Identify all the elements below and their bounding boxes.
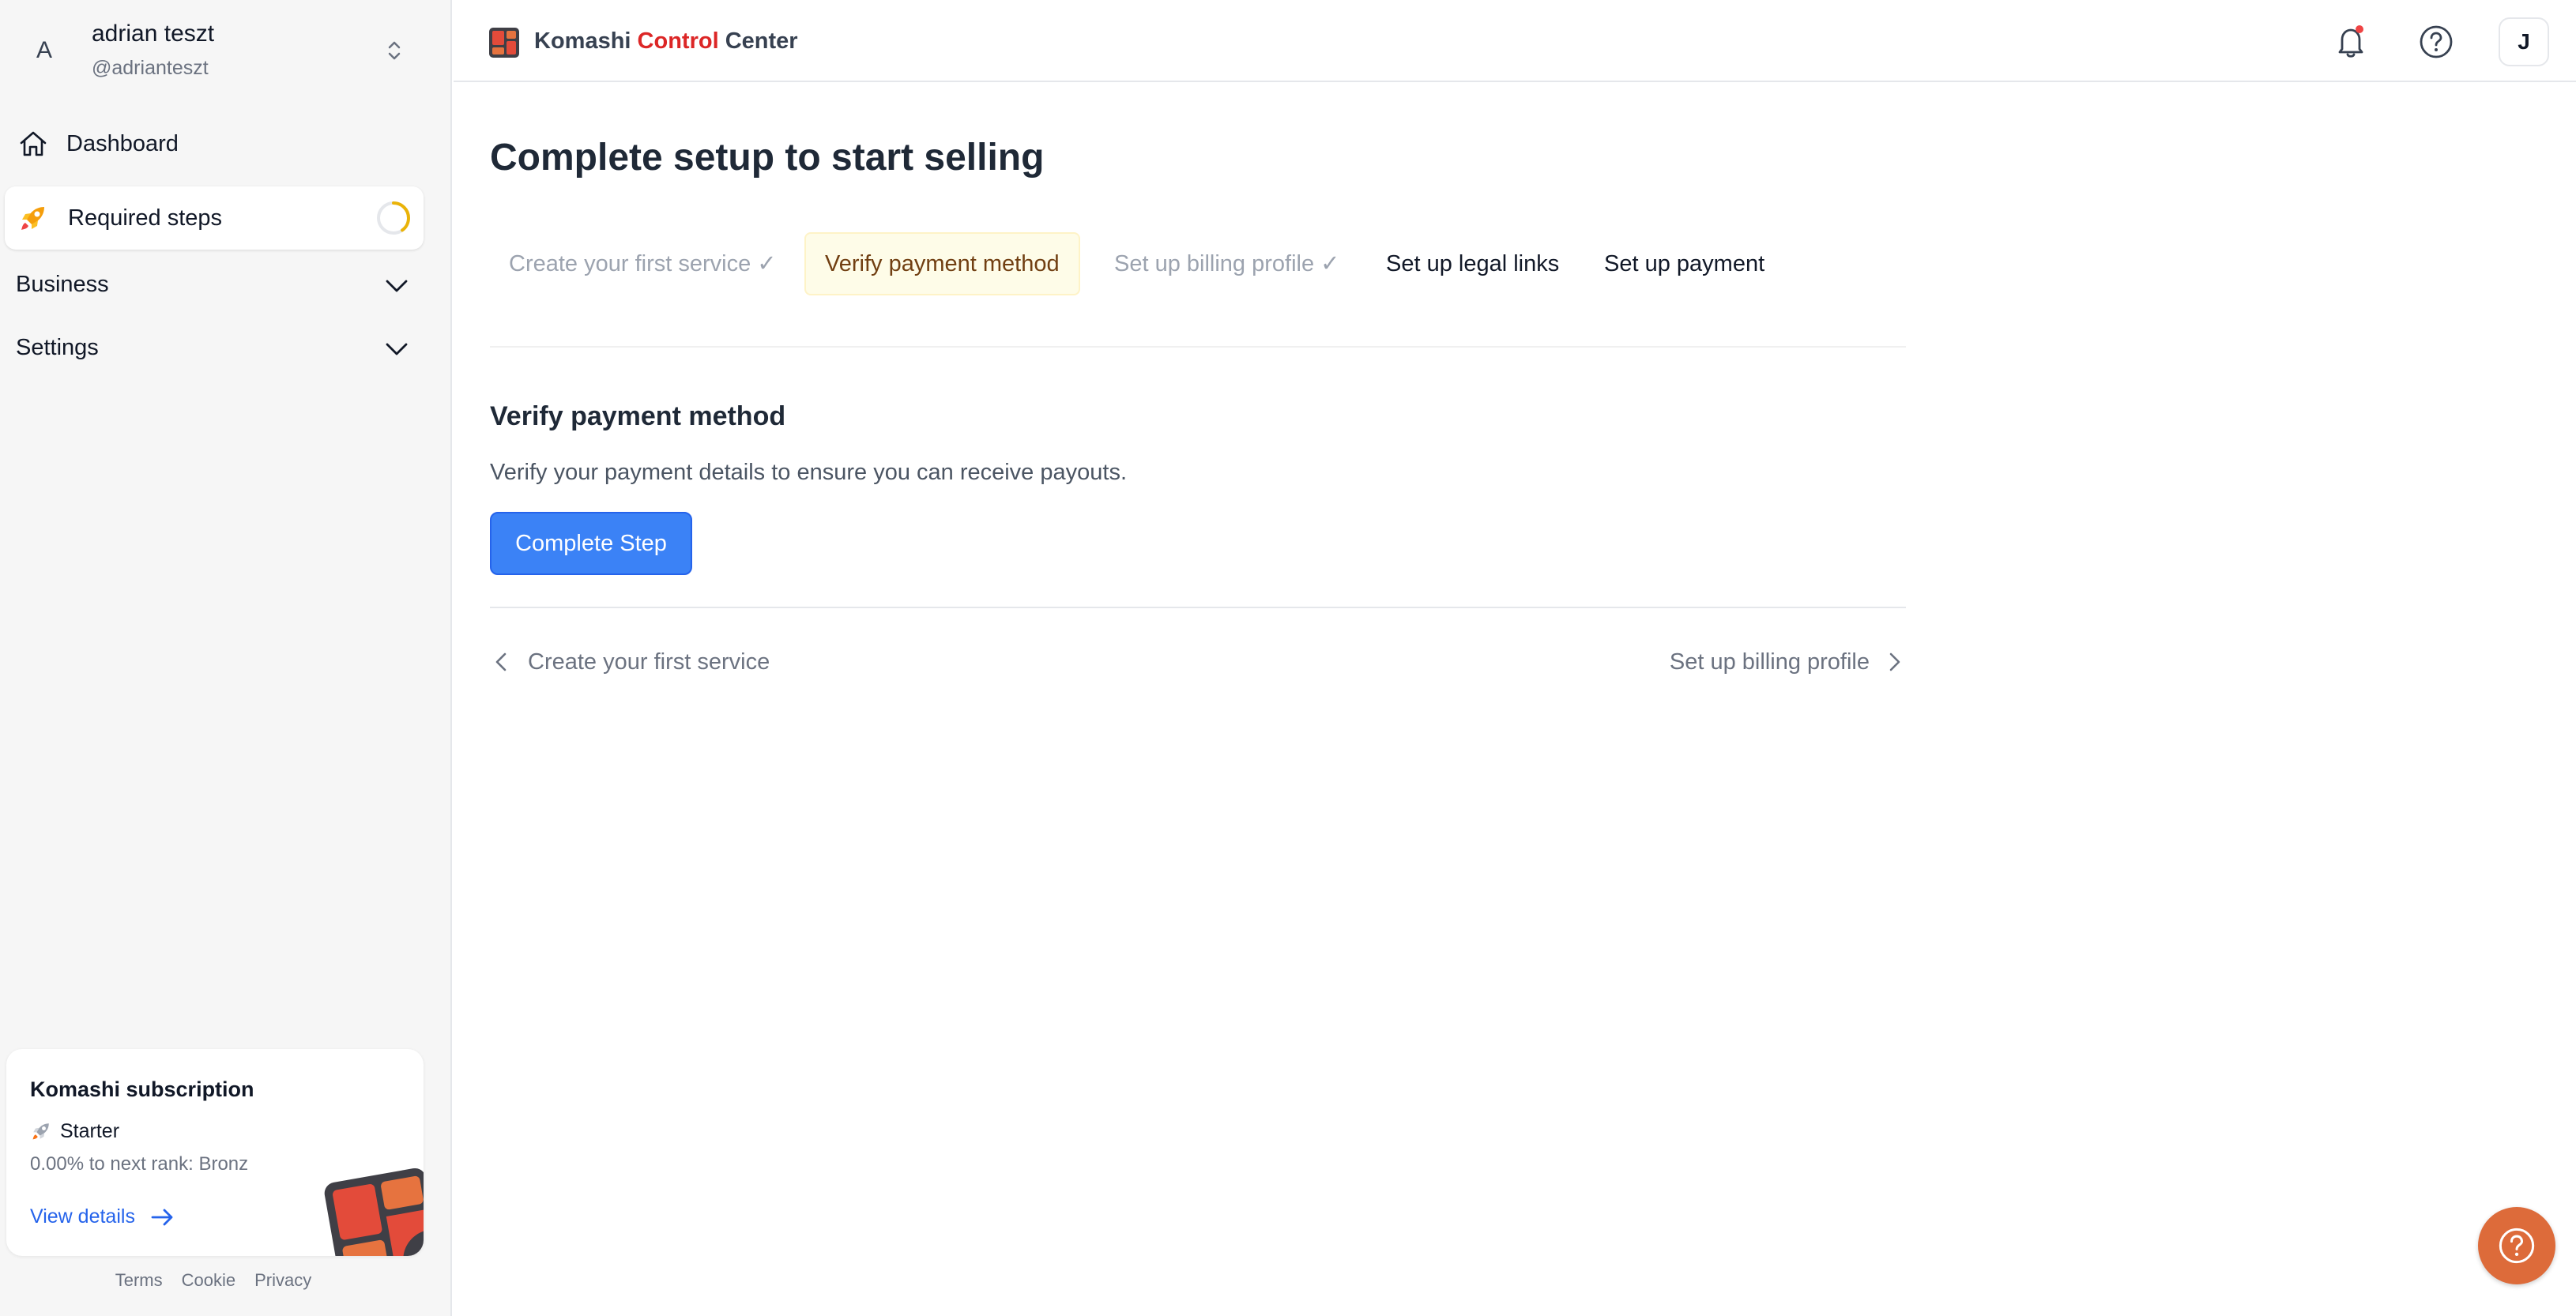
brand-word-3: Center (725, 28, 798, 54)
setup-steps: Create your first service ✓ Verify payme… (490, 232, 1904, 295)
terms-link[interactable]: Terms (115, 1270, 163, 1291)
cookie-link[interactable]: Cookie (182, 1270, 235, 1291)
step-label: Set up payment (1604, 251, 1765, 276)
brand-word-1: Komashi (534, 28, 631, 54)
view-details-label: View details (30, 1205, 135, 1228)
next-step-link[interactable]: Set up billing profile (1670, 646, 1906, 678)
rocket-icon (21, 207, 44, 230)
check-icon: ✓ (1320, 251, 1340, 276)
page-title: Complete setup to start selling (490, 137, 1045, 179)
notification-bell-icon[interactable] (2331, 22, 2371, 62)
brand-title[interactable]: Komashi Control Center (534, 28, 798, 55)
next-step-label: Set up billing profile (1669, 649, 1870, 675)
account-switcher[interactable]: A adrian teszt @adrianteszt (0, 0, 452, 103)
previous-step-label: Create your first service (528, 649, 770, 675)
chevron-down-icon (386, 280, 408, 292)
sidebar-item-label: Required steps (68, 205, 223, 231)
step-label: Verify payment method (825, 251, 1060, 276)
subscription-card: Komashi subscription Starter 0.00% to ne… (6, 1049, 424, 1256)
divider (490, 607, 1906, 608)
subscription-plan: Starter (60, 1120, 120, 1142)
rocket-icon (32, 1123, 49, 1140)
help-icon[interactable] (2418, 24, 2454, 60)
step-label: Create your first service (509, 251, 751, 276)
support-help-button[interactable] (2478, 1207, 2555, 1284)
section-description: Verify your payment details to ensure yo… (490, 460, 1127, 485)
account-name: adrian teszt (92, 21, 215, 47)
privacy-link[interactable]: Privacy (254, 1270, 311, 1291)
chevron-up-down-icon[interactable] (382, 35, 406, 66)
sidebar-item-label: Dashboard (66, 130, 179, 156)
account-avatar: A (36, 37, 52, 63)
complete-step-button[interactable]: Complete Step (490, 512, 692, 575)
chevron-down-icon (386, 343, 408, 355)
subscription-progress-text: 0.00% to next rank: Bronz (30, 1153, 249, 1175)
account-handle: @adrianteszt (92, 57, 209, 79)
sidebar: A adrian teszt @adrianteszt Dashboard Re… (0, 0, 452, 1316)
brand-logo-icon (489, 28, 519, 58)
sidebar-group-settings[interactable]: Settings (16, 325, 419, 373)
step-verify-payment-method[interactable]: Verify payment method (804, 232, 1080, 295)
view-details-link[interactable]: View details (30, 1205, 176, 1228)
sidebar-group-label: Business (16, 272, 109, 297)
sidebar-group-business[interactable]: Business (16, 262, 419, 310)
top-bar: Komashi Control Center J (454, 0, 2576, 82)
subscription-title: Komashi subscription (30, 1077, 254, 1101)
chevron-right-icon (1889, 652, 1900, 671)
step-label: Set up billing profile (1114, 251, 1315, 276)
sidebar-group-label: Settings (16, 335, 99, 360)
previous-step-link[interactable]: Create your first service (490, 646, 770, 678)
sidebar-item-required-steps[interactable]: Required steps (5, 186, 424, 250)
step-label: Set up legal links (1386, 251, 1560, 276)
komashi-logo-graphic (324, 1167, 424, 1256)
divider (490, 346, 1906, 348)
progress-ring (377, 201, 410, 235)
home-icon (20, 131, 47, 156)
check-icon: ✓ (757, 251, 777, 276)
chevron-left-icon (495, 652, 507, 671)
help-icon (2499, 1228, 2535, 1264)
arrow-right-icon (151, 1209, 173, 1225)
footer-links: Terms Cookie Privacy (0, 1270, 427, 1291)
section-title: Verify payment method (490, 401, 786, 431)
step-set-up-payment[interactable]: Set up payment (1604, 232, 1764, 295)
step-create-first-service[interactable]: Create your first service ✓ (509, 232, 777, 295)
user-menu-button[interactable]: J (2499, 17, 2549, 66)
brand-word-2: Control (637, 28, 719, 54)
step-set-up-legal-links[interactable]: Set up legal links (1386, 232, 1559, 295)
step-set-up-billing-profile[interactable]: Set up billing profile ✓ (1114, 232, 1339, 295)
sidebar-item-dashboard[interactable]: Dashboard (5, 112, 424, 175)
